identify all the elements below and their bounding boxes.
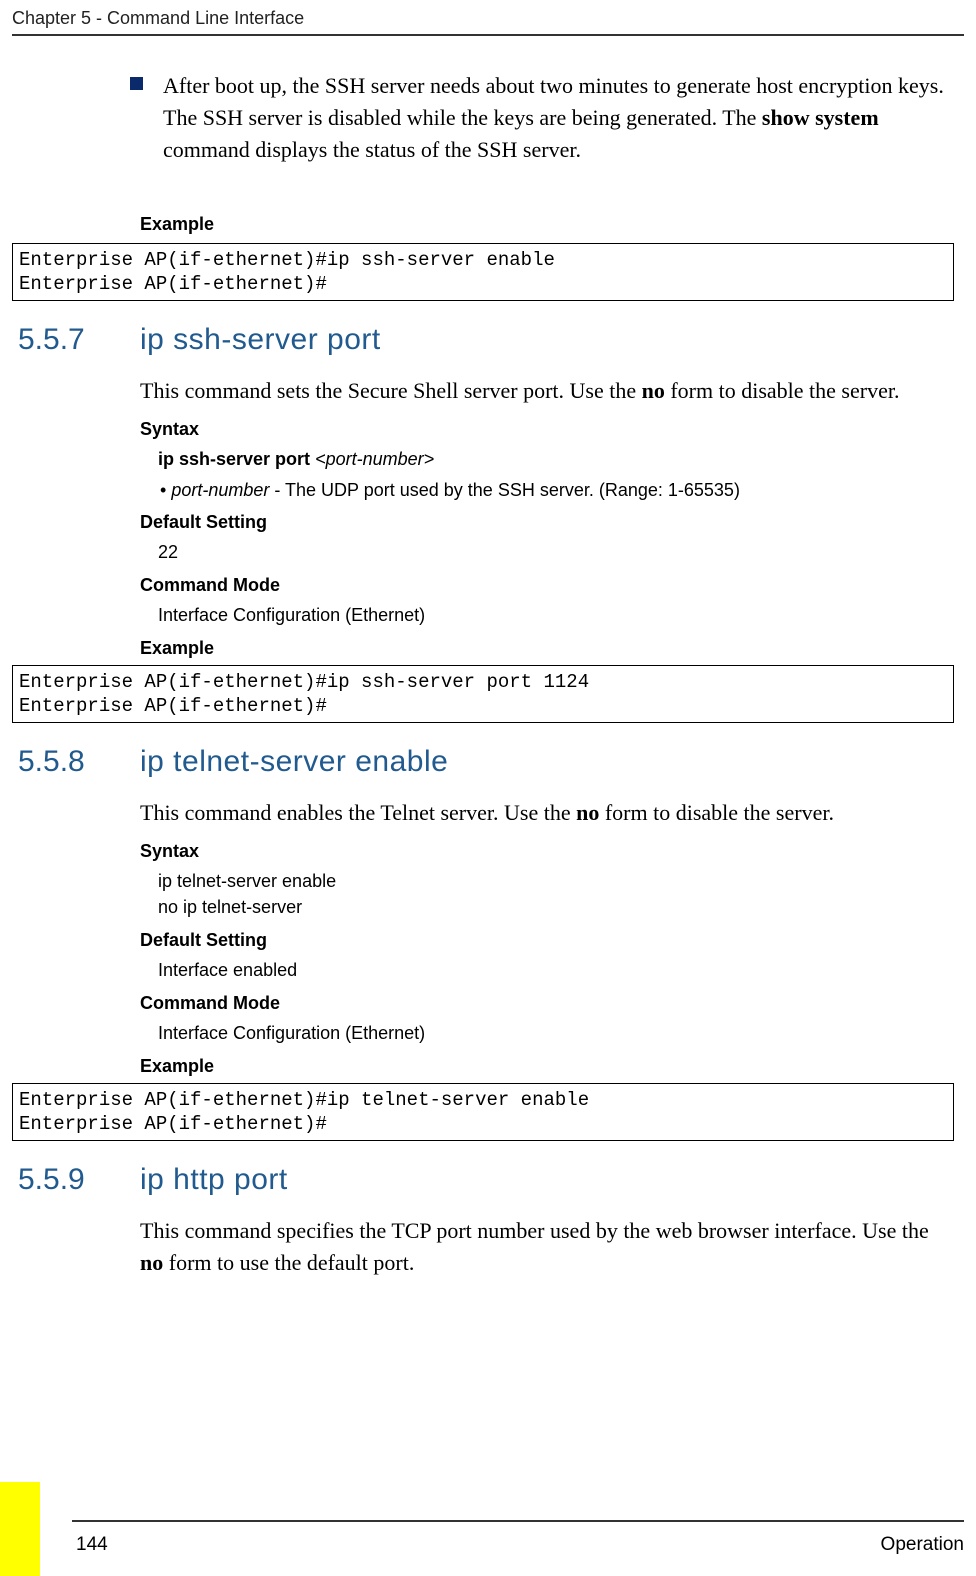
syntax-line: ip ssh-server port <port-number> — [158, 446, 964, 472]
example-code: Enterprise AP(if-ethernet)#ip telnet-ser… — [12, 1083, 954, 1141]
syntax-heading: Syntax — [140, 841, 964, 862]
section-heading-557: 5.5.7 ip ssh-server port — [12, 323, 964, 357]
section-body: This command sets the Secure Shell serve… — [140, 375, 964, 407]
default-heading: Default Setting — [140, 930, 964, 951]
header-rule — [12, 34, 964, 36]
section-heading-559: 5.5.9 ip http port — [12, 1163, 964, 1197]
section-body: This command specifies the TCP port numb… — [140, 1215, 964, 1279]
note-bullet: After boot up, the SSH server needs abou… — [130, 70, 964, 166]
syntax-line: ip telnet-server enableno ip telnet-serv… — [158, 868, 964, 920]
section-title: ip telnet-server enable — [140, 745, 448, 779]
section-body: This command enables the Telnet server. … — [140, 797, 964, 829]
section-number: 5.5.9 — [12, 1163, 140, 1197]
mode-heading: Command Mode — [140, 993, 964, 1014]
example-code: Enterprise AP(if-ethernet)#ip ssh-server… — [12, 665, 954, 723]
note-text: After boot up, the SSH server needs abou… — [163, 70, 954, 166]
default-value: Interface enabled — [158, 957, 964, 983]
footer-rule — [72, 1520, 964, 1522]
default-heading: Default Setting — [140, 512, 964, 533]
section-title: ip ssh-server port — [140, 323, 381, 357]
mode-value: Interface Configuration (Ethernet) — [158, 1020, 964, 1046]
section-number: 5.5.8 — [12, 745, 140, 779]
example-code: Enterprise AP(if-ethernet)#ip ssh-server… — [12, 243, 954, 301]
footer-label: Operation — [881, 1534, 964, 1556]
mode-heading: Command Mode — [140, 575, 964, 596]
bullet-square-icon — [130, 77, 143, 90]
example-heading: Example — [140, 1056, 964, 1077]
syntax-heading: Syntax — [140, 419, 964, 440]
example-heading: Example — [140, 214, 964, 235]
syntax-param: • port-number - The UDP port used by the… — [176, 478, 964, 502]
section-heading-558: 5.5.8 ip telnet-server enable — [12, 745, 964, 779]
default-value: 22 — [158, 539, 964, 565]
example-heading: Example — [140, 638, 964, 659]
page-number: 144 — [76, 1534, 108, 1556]
section-title: ip http port — [140, 1163, 288, 1197]
yellow-tab-icon — [0, 1482, 40, 1576]
chapter-header: Chapter 5 - Command Line Interface — [12, 8, 304, 29]
mode-value: Interface Configuration (Ethernet) — [158, 602, 964, 628]
section-number: 5.5.7 — [12, 323, 140, 357]
